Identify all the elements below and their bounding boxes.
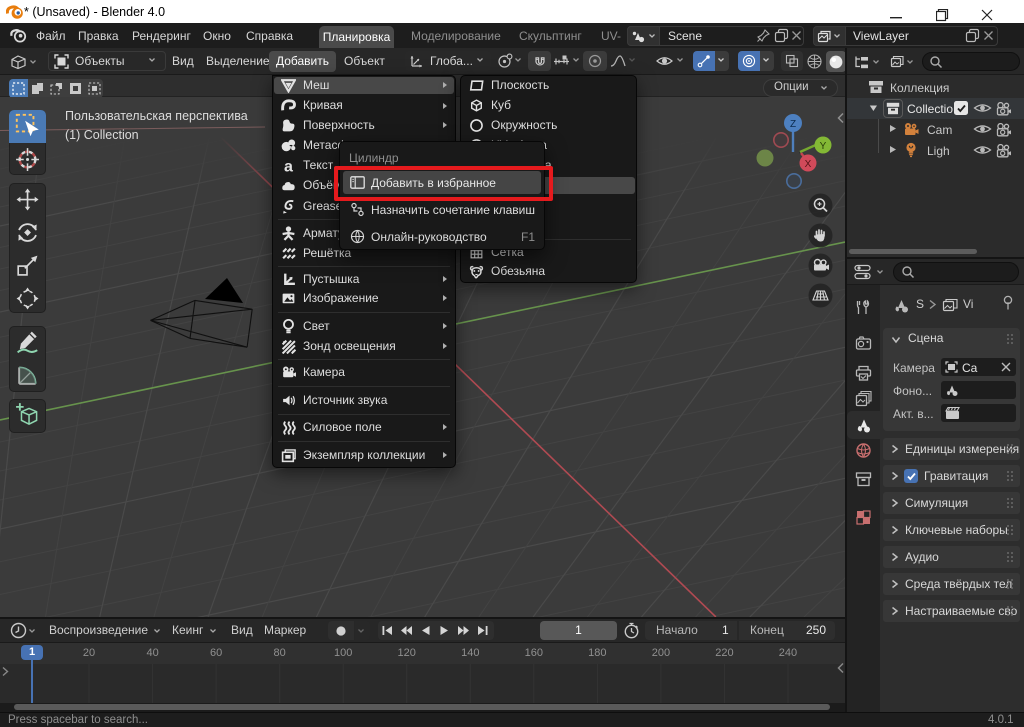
svg-text:a: a xyxy=(284,158,294,173)
svg-text:Y: Y xyxy=(820,141,827,152)
svg-text:Z: Z xyxy=(790,119,796,130)
svg-text:X: X xyxy=(805,159,812,170)
